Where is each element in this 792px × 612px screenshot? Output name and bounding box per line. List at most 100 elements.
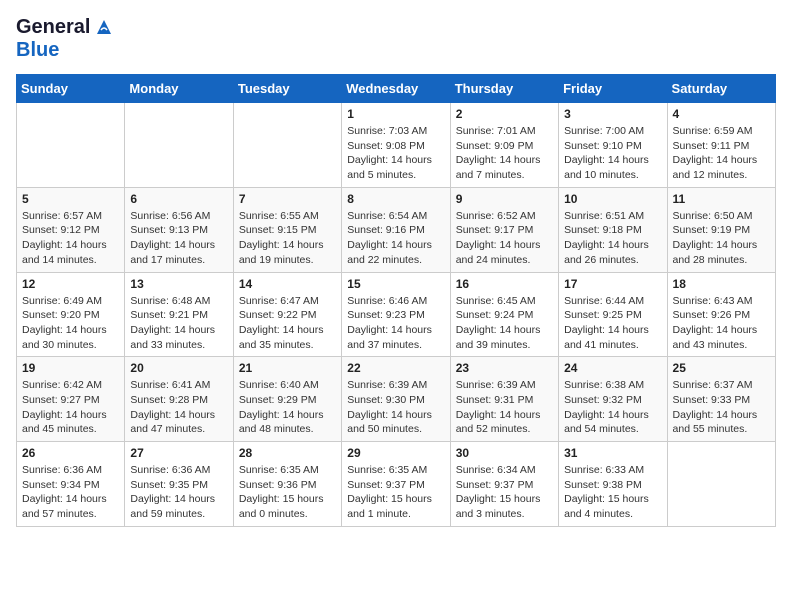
week-row-4: 19Sunrise: 6:42 AMSunset: 9:27 PMDayligh… bbox=[17, 357, 776, 442]
day-cell: 28Sunrise: 6:35 AMSunset: 9:36 PMDayligh… bbox=[233, 442, 341, 527]
day-cell: 6 Sunrise: 6:56 AMSunset: 9:13 PMDaylight… bbox=[125, 187, 233, 272]
day-number: 18 bbox=[673, 277, 770, 291]
day-cell: 4 Sunrise: 6:59 AMSunset: 9:11 PMDaylight… bbox=[667, 103, 775, 188]
day-cell: 1Sunrise: 7:03 AMSunset: 9:08 PMDaylight… bbox=[342, 103, 450, 188]
day-cell: 25 Sunrise: 6:37 AMSunset: 9:33 PMDayligh… bbox=[667, 357, 775, 442]
day-info: Sunrise: 6:41 AMSunset: 9:28 PMDaylight:… bbox=[130, 378, 227, 437]
weekday-header-wednesday: Wednesday bbox=[342, 75, 450, 103]
day-number: 21 bbox=[239, 361, 336, 375]
day-cell: 15 Sunrise: 6:46 AMSunset: 9:23 PMDayligh… bbox=[342, 272, 450, 357]
day-cell bbox=[233, 103, 341, 188]
day-number: 9 bbox=[456, 192, 553, 206]
day-cell: 19Sunrise: 6:42 AMSunset: 9:27 PMDayligh… bbox=[17, 357, 125, 442]
day-info: Sunrise: 6:36 AMSunset: 9:35 PMDaylight:… bbox=[130, 463, 227, 522]
day-number: 1 bbox=[347, 107, 444, 121]
day-info: Sunrise: 6:39 AMSunset: 9:30 PMDaylight:… bbox=[347, 378, 444, 437]
week-row-1: 1Sunrise: 7:03 AMSunset: 9:08 PMDaylight… bbox=[17, 103, 776, 188]
day-number: 13 bbox=[130, 277, 227, 291]
day-cell: 10 Sunrise: 6:51 AMSunset: 9:18 PMDayligh… bbox=[559, 187, 667, 272]
day-cell: 7 Sunrise: 6:55 AMSunset: 9:15 PMDaylight… bbox=[233, 187, 341, 272]
day-cell: 29Sunrise: 6:35 AMSunset: 9:37 PMDayligh… bbox=[342, 442, 450, 527]
day-info: Sunrise: 6:59 AMSunset: 9:11 PMDaylight:… bbox=[673, 124, 770, 183]
day-info: Sunrise: 7:01 AMSunset: 9:09 PMDaylight:… bbox=[456, 124, 553, 183]
day-cell: 23 Sunrise: 6:39 AMSunset: 9:31 PMDayligh… bbox=[450, 357, 558, 442]
day-number: 28 bbox=[239, 446, 336, 460]
day-cell: 18 Sunrise: 6:43 AMSunset: 9:26 PMDayligh… bbox=[667, 272, 775, 357]
day-info: Sunrise: 6:47 AMSunset: 9:22 PMDaylight:… bbox=[239, 294, 336, 353]
day-info: Sunrise: 6:46 AMSunset: 9:23 PMDaylight:… bbox=[347, 294, 444, 353]
day-info: Sunrise: 7:00 AMSunset: 9:10 PMDaylight:… bbox=[564, 124, 661, 183]
page-header: General Blue bbox=[16, 16, 776, 62]
day-number: 20 bbox=[130, 361, 227, 375]
day-info: Sunrise: 6:49 AMSunset: 9:20 PMDaylight:… bbox=[22, 294, 119, 353]
logo-blue: Blue bbox=[16, 39, 59, 61]
day-number: 27 bbox=[130, 446, 227, 460]
day-number: 11 bbox=[673, 192, 770, 206]
day-cell bbox=[17, 103, 125, 188]
weekday-header-row: SundayMondayTuesdayWednesdayThursdayFrid… bbox=[17, 75, 776, 103]
day-number: 2 bbox=[456, 107, 553, 121]
day-number: 5 bbox=[22, 192, 119, 206]
day-cell bbox=[667, 442, 775, 527]
weekday-header-thursday: Thursday bbox=[450, 75, 558, 103]
day-number: 31 bbox=[564, 446, 661, 460]
day-info: Sunrise: 6:52 AMSunset: 9:17 PMDaylight:… bbox=[456, 209, 553, 268]
weekday-header-saturday: Saturday bbox=[667, 75, 775, 103]
day-info: Sunrise: 6:51 AMSunset: 9:18 PMDaylight:… bbox=[564, 209, 661, 268]
day-number: 17 bbox=[564, 277, 661, 291]
day-info: Sunrise: 6:36 AMSunset: 9:34 PMDaylight:… bbox=[22, 463, 119, 522]
day-cell: 27 Sunrise: 6:36 AMSunset: 9:35 PMDayligh… bbox=[125, 442, 233, 527]
day-number: 6 bbox=[130, 192, 227, 206]
day-number: 22 bbox=[347, 361, 444, 375]
day-cell: 21Sunrise: 6:40 AMSunset: 9:29 PMDayligh… bbox=[233, 357, 341, 442]
day-info: Sunrise: 6:57 AMSunset: 9:12 PMDaylight:… bbox=[22, 209, 119, 268]
weekday-header-friday: Friday bbox=[559, 75, 667, 103]
day-info: Sunrise: 6:43 AMSunset: 9:26 PMDaylight:… bbox=[673, 294, 770, 353]
day-number: 4 bbox=[673, 107, 770, 121]
day-number: 8 bbox=[347, 192, 444, 206]
day-info: Sunrise: 6:54 AMSunset: 9:16 PMDaylight:… bbox=[347, 209, 444, 268]
day-info: Sunrise: 6:39 AMSunset: 9:31 PMDaylight:… bbox=[456, 378, 553, 437]
day-number: 24 bbox=[564, 361, 661, 375]
day-cell: 26 Sunrise: 6:36 AMSunset: 9:34 PMDayligh… bbox=[17, 442, 125, 527]
day-cell: 9 Sunrise: 6:52 AMSunset: 9:17 PMDaylight… bbox=[450, 187, 558, 272]
day-cell: 5 Sunrise: 6:57 AMSunset: 9:12 PMDaylight… bbox=[17, 187, 125, 272]
day-number: 23 bbox=[456, 361, 553, 375]
day-cell: 13 Sunrise: 6:48 AMSunset: 9:21 PMDayligh… bbox=[125, 272, 233, 357]
day-number: 10 bbox=[564, 192, 661, 206]
day-cell bbox=[125, 103, 233, 188]
day-info: Sunrise: 6:44 AMSunset: 9:25 PMDaylight:… bbox=[564, 294, 661, 353]
day-cell: 20 Sunrise: 6:41 AMSunset: 9:28 PMDayligh… bbox=[125, 357, 233, 442]
day-cell: 22 Sunrise: 6:39 AMSunset: 9:30 PMDayligh… bbox=[342, 357, 450, 442]
day-number: 12 bbox=[22, 277, 119, 291]
day-info: Sunrise: 6:48 AMSunset: 9:21 PMDaylight:… bbox=[130, 294, 227, 353]
weekday-header-sunday: Sunday bbox=[17, 75, 125, 103]
day-info: Sunrise: 6:37 AMSunset: 9:33 PMDaylight:… bbox=[673, 378, 770, 437]
logo-general: General bbox=[16, 16, 90, 39]
day-number: 26 bbox=[22, 446, 119, 460]
day-cell: 11Sunrise: 6:50 AMSunset: 9:19 PMDayligh… bbox=[667, 187, 775, 272]
day-cell: 3Sunrise: 7:00 AMSunset: 9:10 PMDaylight… bbox=[559, 103, 667, 188]
day-info: Sunrise: 6:55 AMSunset: 9:15 PMDaylight:… bbox=[239, 209, 336, 268]
day-number: 30 bbox=[456, 446, 553, 460]
day-number: 16 bbox=[456, 277, 553, 291]
weekday-header-monday: Monday bbox=[125, 75, 233, 103]
day-cell: 12 Sunrise: 6:49 AMSunset: 9:20 PMDayligh… bbox=[17, 272, 125, 357]
week-row-5: 26 Sunrise: 6:36 AMSunset: 9:34 PMDayligh… bbox=[17, 442, 776, 527]
day-cell: 16 Sunrise: 6:45 AMSunset: 9:24 PMDayligh… bbox=[450, 272, 558, 357]
day-cell: 31 Sunrise: 6:33 AMSunset: 9:38 PMDayligh… bbox=[559, 442, 667, 527]
day-info: Sunrise: 6:45 AMSunset: 9:24 PMDaylight:… bbox=[456, 294, 553, 353]
day-info: Sunrise: 6:56 AMSunset: 9:13 PMDaylight:… bbox=[130, 209, 227, 268]
day-info: Sunrise: 6:33 AMSunset: 9:38 PMDaylight:… bbox=[564, 463, 661, 522]
weekday-header-tuesday: Tuesday bbox=[233, 75, 341, 103]
day-number: 29 bbox=[347, 446, 444, 460]
day-number: 7 bbox=[239, 192, 336, 206]
logo-icon bbox=[93, 16, 115, 38]
day-number: 19 bbox=[22, 361, 119, 375]
day-number: 25 bbox=[673, 361, 770, 375]
day-cell: 30Sunrise: 6:34 AMSunset: 9:37 PMDayligh… bbox=[450, 442, 558, 527]
day-cell: 24Sunrise: 6:38 AMSunset: 9:32 PMDayligh… bbox=[559, 357, 667, 442]
day-number: 15 bbox=[347, 277, 444, 291]
day-cell: 14Sunrise: 6:47 AMSunset: 9:22 PMDayligh… bbox=[233, 272, 341, 357]
calendar-table: SundayMondayTuesdayWednesdayThursdayFrid… bbox=[16, 74, 776, 527]
